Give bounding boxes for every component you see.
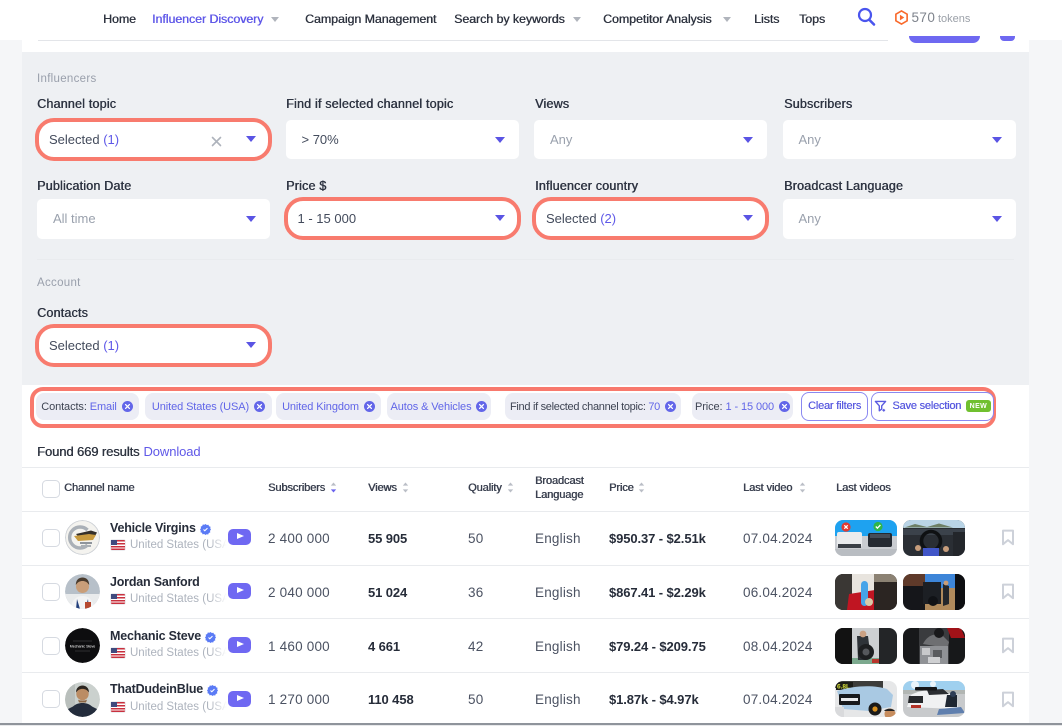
- svg-text:Mechanic Steve: Mechanic Steve: [70, 645, 96, 649]
